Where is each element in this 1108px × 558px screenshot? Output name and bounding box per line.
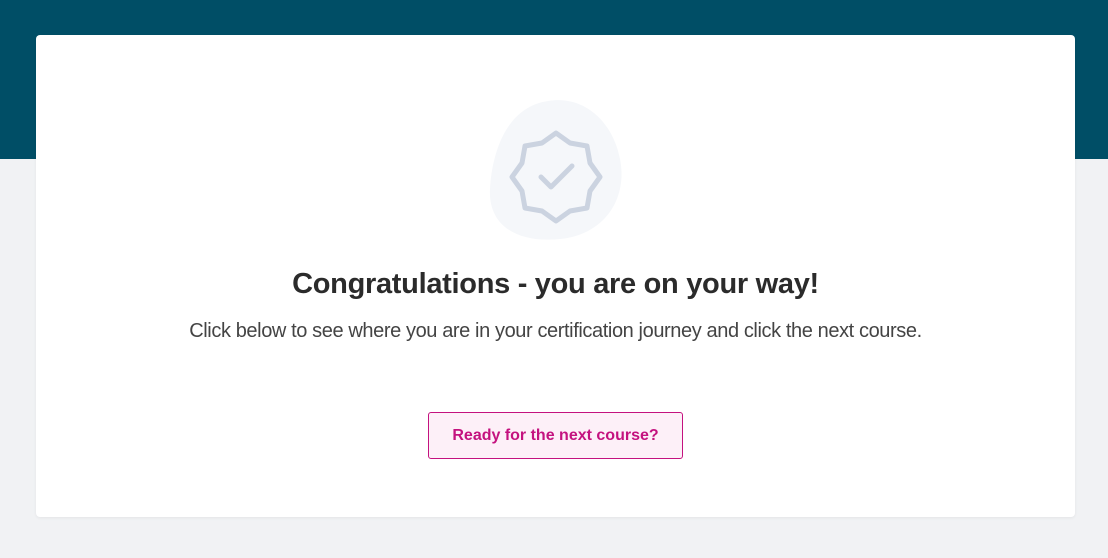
- congratulations-card: Congratulations - you are on your way! C…: [36, 35, 1075, 517]
- congratulations-heading: Congratulations - you are on your way!: [292, 268, 819, 300]
- next-course-button[interactable]: Ready for the next course?: [428, 412, 683, 459]
- instruction-text: Click below to see where you are in your…: [189, 320, 922, 342]
- verified-badge-icon: [486, 97, 626, 241]
